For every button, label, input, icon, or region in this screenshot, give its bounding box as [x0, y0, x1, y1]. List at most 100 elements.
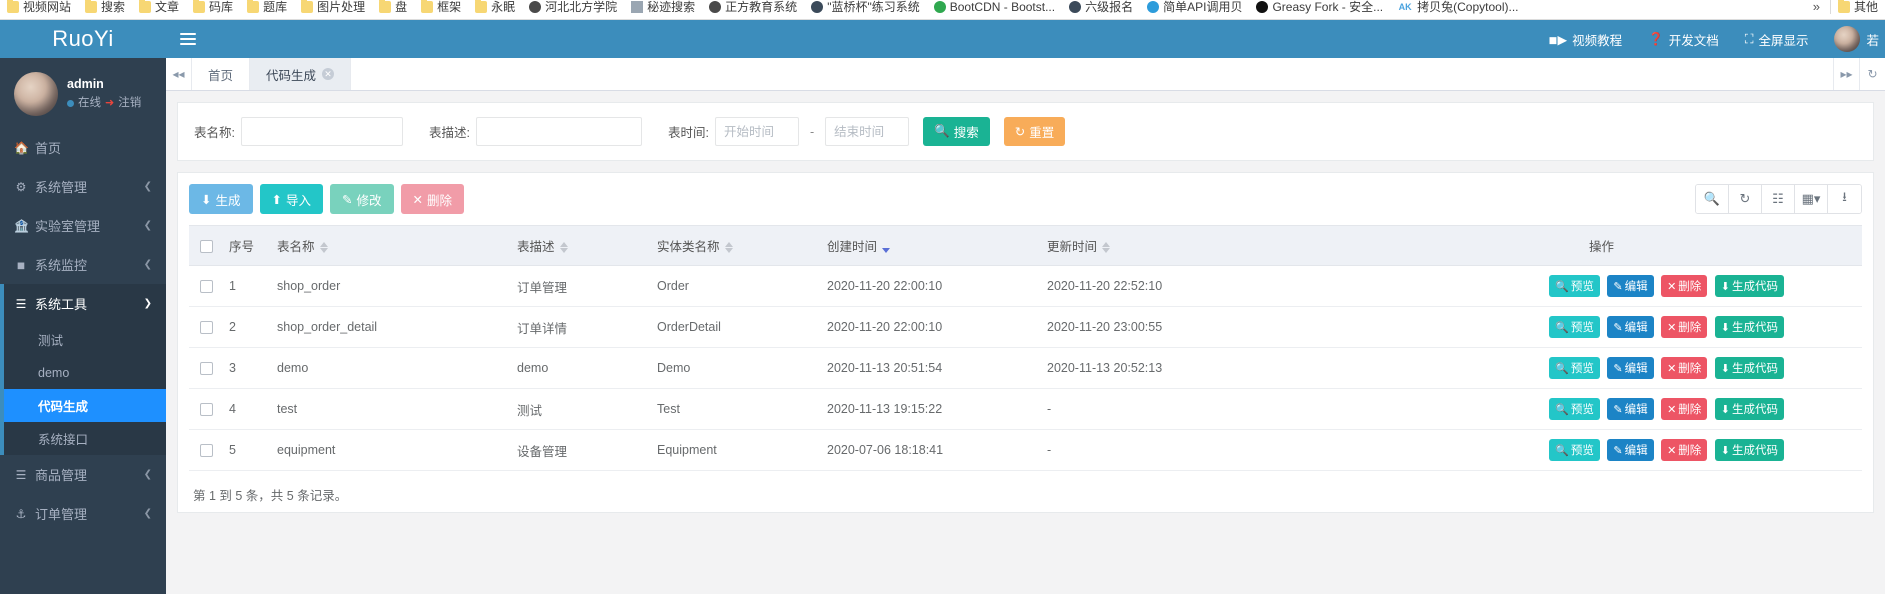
preview-button[interactable]: 🔍 预览: [1549, 275, 1600, 297]
sidebar-item-code-generation[interactable]: 代码生成: [4, 389, 166, 422]
logout-link[interactable]: 注销: [118, 95, 141, 113]
bookmark-item[interactable]: "蓝桥杯"练习系统: [804, 0, 927, 19]
double-left-icon[interactable]: ◂◂: [166, 58, 192, 90]
sidebar-item-demo[interactable]: demo: [4, 356, 166, 389]
avatar[interactable]: [14, 72, 58, 116]
table-row[interactable]: 4 test 测试 Test 2020-11-13 19:15:22 - 🔍 预览…: [189, 388, 1862, 430]
header-entity-name[interactable]: 实体类名称: [651, 225, 821, 266]
search-button[interactable]: 🔍 搜索: [923, 117, 990, 146]
bookmark-item[interactable]: 题库: [240, 0, 294, 19]
row-checkbox[interactable]: [199, 321, 213, 335]
generate-button[interactable]: ⬇ 生成: [189, 184, 253, 214]
table-desc-input[interactable]: [475, 117, 642, 146]
delete-row-button[interactable]: ✕ 删除: [1661, 398, 1708, 420]
delete-row-button[interactable]: ✕ 删除: [1661, 275, 1708, 297]
sidebar-item-lab-management[interactable]: 🏦 实验室管理 ❮: [0, 206, 166, 245]
tab-code-generation[interactable]: 代码生成 ✕: [250, 58, 352, 90]
refresh-icon[interactable]: ↻: [1729, 185, 1762, 213]
preview-button[interactable]: 🔍 预览: [1549, 316, 1600, 338]
header-table-desc[interactable]: 表描述: [511, 225, 651, 266]
refresh-icon[interactable]: ↻: [1859, 58, 1885, 90]
row-checkbox[interactable]: [199, 362, 213, 376]
delete-row-button[interactable]: ✕ 删除: [1661, 439, 1708, 461]
start-time-input[interactable]: [714, 117, 799, 146]
code-generation-table: 序号 表名称 表描述 实体类名称 创建时间 更新时间 操作 1 shop_ord…: [189, 225, 1862, 471]
nav-link-dev-docs[interactable]: ❓ 开发文档: [1648, 30, 1719, 49]
edit-row-button[interactable]: ✎ 编辑: [1607, 316, 1654, 338]
reset-button[interactable]: ↻ 重置: [1003, 117, 1066, 146]
bookmark-item[interactable]: 河北北方学院: [522, 0, 624, 19]
edit-row-button[interactable]: ✎ 编辑: [1607, 357, 1654, 379]
columns-icon[interactable]: ▦▾: [1795, 185, 1828, 213]
bookmark-item[interactable]: 正方教育系统: [702, 0, 804, 19]
bookmark-item[interactable]: 简单API调用贝: [1140, 0, 1249, 19]
list-view-icon[interactable]: ☷: [1762, 185, 1795, 213]
table-row[interactable]: 5 equipment 设备管理 Equipment 2020-07-06 18…: [189, 429, 1862, 471]
export-icon[interactable]: ⭳: [1828, 185, 1861, 213]
sidebar-item-home[interactable]: 🏠 首页: [0, 128, 166, 167]
search-icon[interactable]: 🔍: [1696, 185, 1729, 213]
select-all-checkbox[interactable]: [199, 239, 213, 253]
bookmark-item[interactable]: 盘: [372, 0, 414, 19]
preview-button[interactable]: 🔍 预览: [1549, 439, 1600, 461]
sidebar-item-test[interactable]: 测试: [4, 323, 166, 356]
bookmark-item[interactable]: 六级报名: [1062, 0, 1140, 19]
delete-button[interactable]: ✕ 删除: [400, 184, 464, 214]
sidebar-item-system-monitor[interactable]: ◾ 系统监控 ❮: [0, 245, 166, 284]
bookmark-item[interactable]: 搜索: [78, 0, 132, 19]
generate-code-button[interactable]: ⬇ 生成代码: [1714, 275, 1784, 297]
logout-icon[interactable]: ➜: [105, 95, 114, 112]
header-table-name[interactable]: 表名称: [271, 225, 511, 266]
preview-button[interactable]: 🔍 预览: [1549, 357, 1600, 379]
bookmark-item[interactable]: 图片处理: [294, 0, 372, 19]
nav-link-fullscreen[interactable]: ⛶ 全屏显示: [1745, 30, 1809, 49]
bookmark-item[interactable]: 视频网站: [0, 0, 78, 19]
bookmark-item[interactable]: 秘迹搜索: [624, 0, 702, 19]
preview-button[interactable]: 🔍 预览: [1549, 398, 1600, 420]
bookmark-item[interactable]: 框架: [414, 0, 468, 19]
sidebar-item-product-management[interactable]: ☰ 商品管理 ❮: [0, 455, 166, 494]
table-row[interactable]: 3 demo demo Demo 2020-11-13 20:51:54 202…: [189, 347, 1862, 389]
table-row[interactable]: 1 shop_order 订单管理 Order 2020-11-20 22:00…: [189, 265, 1862, 307]
nav-link-video-tutorial[interactable]: ◾▶ 视频教程: [1548, 30, 1622, 49]
bookmark-item[interactable]: 永眠: [468, 0, 522, 19]
row-checkbox[interactable]: [199, 280, 213, 294]
navbar-user-menu[interactable]: 若: [1834, 26, 1879, 52]
bookmark-item[interactable]: 文章: [132, 0, 186, 19]
import-button[interactable]: ⬆ 导入: [259, 184, 323, 214]
generate-code-button[interactable]: ⬇ 生成代码: [1714, 357, 1784, 379]
header-update-time[interactable]: 更新时间: [1041, 225, 1341, 266]
sidebar-item-system-management[interactable]: ⚙ 系统管理 ❮: [0, 167, 166, 206]
delete-row-button[interactable]: ✕ 删除: [1661, 357, 1708, 379]
bookmark-item[interactable]: 码库: [186, 0, 240, 19]
bookmarks-overflow-button[interactable]: »: [1803, 0, 1830, 14]
table-row[interactable]: 2 shop_order_detail 订单详情 OrderDetail 202…: [189, 306, 1862, 348]
tab-home[interactable]: 首页: [192, 58, 251, 90]
header-create-time[interactable]: 创建时间: [821, 225, 1041, 266]
close-icon[interactable]: ✕: [322, 68, 335, 80]
sidebar-item-system-tools[interactable]: ☰ 系统工具 ❯: [0, 284, 166, 323]
edit-row-button[interactable]: ✎ 编辑: [1607, 275, 1654, 297]
other-bookmarks-folder[interactable]: 其他: [1831, 0, 1885, 19]
bookmark-item[interactable]: Greasy Fork - 安全...: [1249, 0, 1390, 19]
end-time-input[interactable]: [825, 117, 910, 146]
sidebar-item-system-api[interactable]: 系统接口: [4, 422, 166, 455]
row-checkbox[interactable]: [199, 403, 213, 417]
row-checkbox[interactable]: [199, 444, 213, 458]
generate-code-button[interactable]: ⬇ 生成代码: [1714, 439, 1784, 461]
table-name-input[interactable]: [240, 117, 403, 146]
generate-code-button[interactable]: ⬇ 生成代码: [1714, 398, 1784, 420]
menu-icon[interactable]: [166, 20, 210, 58]
generate-code-button[interactable]: ⬇ 生成代码: [1714, 316, 1784, 338]
cell-table-desc: 设备管理: [511, 429, 651, 471]
edit-row-button[interactable]: ✎ 编辑: [1607, 398, 1654, 420]
bookmark-item[interactable]: BootCDN - Bootst...: [927, 0, 1062, 19]
edit-button[interactable]: ✎ 修改: [330, 184, 394, 214]
nav-link-label: 开发文档: [1668, 33, 1719, 48]
bookmark-item[interactable]: AK 拷贝兔(Copytool)...: [1390, 0, 1525, 19]
delete-row-button[interactable]: ✕ 删除: [1661, 316, 1708, 338]
edit-row-button[interactable]: ✎ 编辑: [1607, 439, 1654, 461]
brand-logo[interactable]: RuoYi: [0, 20, 166, 58]
double-right-icon[interactable]: ▸▸: [1833, 58, 1859, 90]
sidebar-item-order-management[interactable]: ⚓ 订单管理 ❮: [0, 494, 166, 533]
